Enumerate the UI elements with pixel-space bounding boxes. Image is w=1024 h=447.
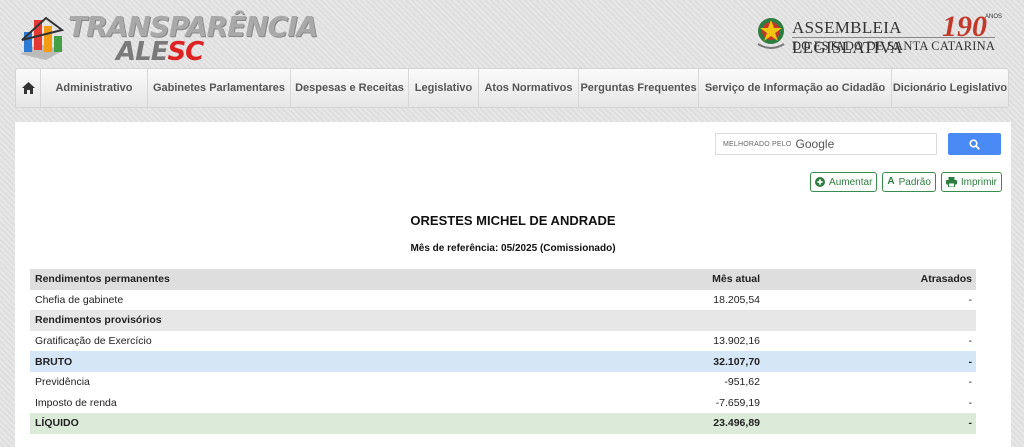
row-current: 13.902,16 bbox=[713, 335, 760, 348]
anniversary-mark: 190 bbox=[942, 10, 987, 43]
row-current: -951,62 bbox=[724, 376, 760, 389]
search-icon bbox=[969, 138, 980, 150]
logo-subtitle: ALESC bbox=[116, 37, 204, 67]
increase-font-button[interactable]: Aumentar bbox=[810, 172, 878, 192]
nav-item-perguntas[interactable]: Perguntas Frequentes bbox=[579, 69, 699, 107]
row-label: Imposto de renda bbox=[35, 396, 117, 409]
alesc-logo[interactable]: ASSEMBLEIA LEGISLATIVA DO ESTADO DE SANT… bbox=[752, 10, 1002, 60]
state-crest-icon bbox=[757, 18, 785, 49]
printer-icon bbox=[945, 177, 957, 187]
nav-item-dicionario[interactable]: Dicionário Legislativo bbox=[892, 69, 1008, 107]
row-label: Gratificação de Exercício bbox=[35, 335, 152, 348]
site-header: TRANSPARÊNCIA ALESC ASSEMBLEIA LEGISLATI… bbox=[0, 0, 1024, 67]
nav-item-gabinetes[interactable]: Gabinetes Parlamentares bbox=[148, 69, 291, 107]
default-font-label: Padrão bbox=[898, 176, 931, 188]
print-button[interactable]: Imprimir bbox=[940, 172, 1002, 192]
row-current: 18.205,54 bbox=[713, 293, 760, 306]
logo-sc: SC bbox=[167, 37, 204, 67]
main-content: MELHORADO PELO Google Aumentar A Padrão bbox=[15, 122, 1011, 447]
bar-chart-logo-icon bbox=[20, 16, 65, 60]
row-current: 23.496,89 bbox=[713, 417, 760, 430]
plus-circle-icon bbox=[815, 177, 826, 187]
column-header-late: Atrasados bbox=[920, 273, 972, 286]
row-late: - bbox=[968, 355, 973, 368]
google-brand: Google bbox=[795, 137, 835, 151]
table-row: Gratificação de Exercício 13.902,16 - bbox=[30, 331, 976, 352]
print-label: Imprimir bbox=[960, 176, 997, 188]
font-toolbar: Aumentar A Padrão Imprimir bbox=[810, 172, 1002, 192]
reference-month: Mês de referência: 05/2025 (Comissionado… bbox=[410, 243, 616, 254]
table-row: Previdência -951,62 - bbox=[30, 372, 976, 393]
anniversary-label: ANOS bbox=[985, 14, 1003, 20]
table-header: Rendimentos permanentes Mês atual Atrasa… bbox=[30, 269, 976, 290]
row-label: Previdência bbox=[35, 376, 90, 389]
home-icon bbox=[21, 82, 35, 94]
default-font-button[interactable]: A Padrão bbox=[882, 172, 936, 192]
row-current: -7.659,19 bbox=[715, 396, 760, 409]
search-button[interactable] bbox=[948, 133, 1001, 155]
search-enhanced-label: MELHORADO PELO bbox=[723, 140, 792, 148]
column-header-current: Mês atual bbox=[712, 273, 760, 286]
nav-item-sic[interactable]: Serviço de Informação ao Cidadão bbox=[699, 69, 892, 107]
row-late: - bbox=[968, 417, 973, 430]
row-late: - bbox=[968, 376, 973, 389]
nav-item-legislativo[interactable]: Legislativo bbox=[409, 69, 479, 107]
row-late: - bbox=[968, 335, 973, 348]
row-late: - bbox=[968, 396, 973, 409]
row-late: - bbox=[968, 293, 973, 306]
nav-home[interactable] bbox=[16, 69, 41, 107]
nav-item-despesas[interactable]: Despesas e Receitas bbox=[291, 69, 409, 107]
nav-item-atos[interactable]: Atos Normativos bbox=[479, 69, 579, 107]
table-row: Imposto de renda -7.659,19 - bbox=[30, 393, 976, 414]
search-input[interactable]: MELHORADO PELO Google bbox=[715, 133, 937, 155]
main-nav: Administrativo Gabinetes Parlamentares D… bbox=[15, 68, 1009, 108]
transparencia-logo[interactable]: TRANSPARÊNCIA ALESC bbox=[16, 10, 318, 67]
row-label: Chefia de gabinete bbox=[35, 293, 124, 306]
gross-total-row: BRUTO 32.107,70 - bbox=[30, 351, 976, 372]
row-current: 32.107,70 bbox=[713, 355, 760, 368]
table-row: Chefia de gabinete 18.205,54 - bbox=[30, 290, 976, 311]
section-label: Rendimentos provisórios bbox=[35, 314, 162, 327]
net-total-row: LÍQUIDO 23.496,89 - bbox=[30, 413, 976, 434]
page-title: ORESTES MICHEL DE ANDRADE bbox=[410, 213, 616, 228]
nav-item-administrativo[interactable]: Administrativo bbox=[41, 69, 148, 107]
font-icon: A bbox=[887, 176, 895, 187]
salary-table: Rendimentos permanentes Mês atual Atrasa… bbox=[30, 269, 976, 434]
increase-font-label: Aumentar bbox=[829, 176, 873, 188]
table-section-row: Rendimentos provisórios bbox=[30, 310, 976, 331]
logo-ale: ALE bbox=[116, 37, 168, 67]
column-header-description: Rendimentos permanentes bbox=[35, 273, 170, 286]
row-label: BRUTO bbox=[35, 355, 73, 368]
row-label: LÍQUIDO bbox=[35, 417, 79, 430]
